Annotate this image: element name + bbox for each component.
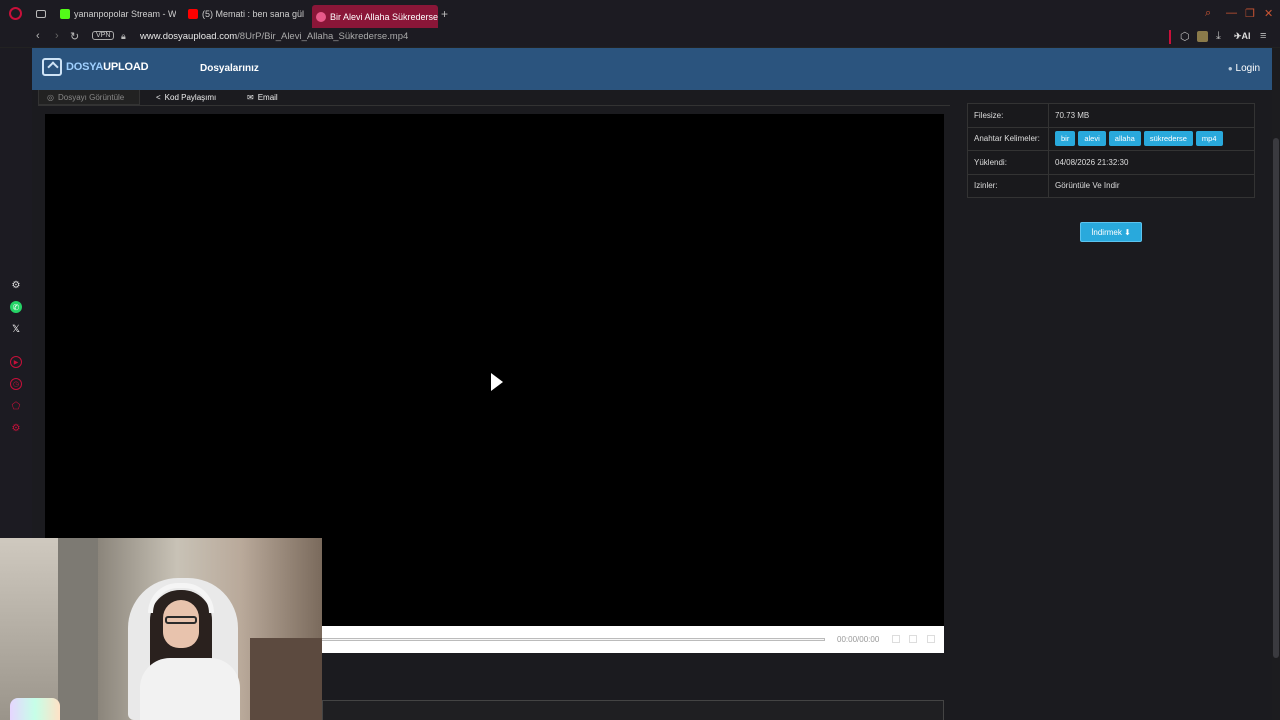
tab-email-label: Email — [257, 93, 278, 102]
comment-box[interactable] — [322, 700, 944, 720]
history-icon[interactable]: ◷ — [10, 378, 22, 390]
reload-icon[interactable]: ↻ — [70, 30, 79, 43]
keyword-tag[interactable]: alevi — [1078, 131, 1106, 147]
table-row: Filesize: 70.73 MB — [967, 103, 1255, 128]
download-button-label: İndirmek — [1091, 227, 1122, 237]
chatgpt-icon[interactable]: ⚙ — [10, 279, 22, 291]
logo-text-b: UPLOAD — [103, 61, 149, 73]
webcam-glasses — [165, 616, 197, 624]
tab-email[interactable]: ✉ Email — [239, 90, 286, 105]
site-favicon-icon — [316, 11, 326, 22]
youtube-icon — [188, 9, 198, 19]
search-tabs-icon[interactable]: ⌕ — [1205, 7, 1211, 20]
scrollbar-thumb[interactable] — [1273, 138, 1279, 658]
quality-icon[interactable] — [909, 635, 917, 643]
keyword-tags: bir alevi allaha sükrederse mp4 — [1048, 126, 1255, 151]
time-display: 00:00/00:00 — [837, 635, 880, 644]
ai-button[interactable]: ✈AI — [1234, 31, 1251, 42]
whatsapp-icon[interactable]: ✆ — [10, 301, 22, 313]
webcam-shelf — [250, 638, 322, 720]
forward-icon[interactable]: › — [55, 30, 59, 42]
play-cursor-icon[interactable] — [491, 373, 503, 391]
user-icon: ● — [1227, 64, 1233, 73]
x-twitter-icon[interactable]: 𝕏 — [10, 323, 22, 335]
fullscreen-icon[interactable] — [927, 635, 935, 643]
keyword-tag[interactable]: mp4 — [1195, 131, 1223, 147]
ai-label: AI — [1241, 31, 1251, 41]
tab-kick-stream[interactable]: yananpopolar Stream - Wa — [56, 4, 176, 24]
extensions-icon[interactable]: ⬡ — [1180, 30, 1190, 43]
profile-extension-icon[interactable] — [1197, 31, 1208, 42]
url-domain: www.dosyaupload.com — [140, 31, 238, 42]
tab-title: (5) Memati : ben sana gülü — [202, 9, 304, 19]
view-icon: ◎ — [47, 92, 54, 102]
tab-youtube-video[interactable]: (5) Memati : ben sana gülü — [184, 4, 304, 24]
logo-text: DOSYAUPLOAD — [66, 61, 149, 73]
info-value: 04/08/2026 21:32:30 — [1048, 150, 1255, 175]
lock-icon: 🔒︎ — [121, 31, 126, 41]
kick-icon — [60, 9, 70, 19]
opera-logo-icon[interactable] — [9, 7, 22, 20]
url-path: /8UrP/Bir_Alevi_Allaha_Sükrederse.mp4 — [237, 31, 409, 42]
vpn-badge[interactable]: VPN — [92, 31, 115, 40]
webcam-person-shirt — [140, 658, 240, 720]
download-arrow-icon: ⬇ — [1124, 227, 1131, 237]
progress-bar[interactable] — [305, 638, 825, 641]
keyword-tag[interactable]: sükrederse — [1143, 131, 1193, 147]
address-bar-divider — [1169, 30, 1171, 44]
tab-view-file[interactable]: ◎ Dosyayı Görüntüle — [38, 90, 140, 105]
workspaces-icon[interactable] — [36, 10, 46, 18]
logo-text-a: DOSYA — [66, 61, 104, 73]
tab-share-code[interactable]: < Kod Paylaşımı — [148, 90, 224, 105]
tab-title: Bir Alevi Allaha Sükrederse — [330, 11, 438, 22]
tab-share-code-label: Kod Paylaşımı — [164, 93, 217, 102]
site-header: DOSYAUPLOAD Dosyalarınız ● Login — [32, 48, 1272, 90]
keyword-tag[interactable]: allaha — [1108, 131, 1141, 147]
tab-dosyaupload-active[interactable]: Bir Alevi Allaha Sükrederse — [312, 5, 438, 28]
page-scrollbar[interactable] — [1272, 48, 1280, 720]
close-window-icon[interactable]: ✕ — [1264, 7, 1273, 20]
keyword-tag[interactable]: bir — [1055, 131, 1076, 147]
site-logo[interactable]: DOSYAUPLOAD — [42, 58, 149, 76]
maximize-icon[interactable]: ❐ — [1245, 7, 1255, 20]
info-value: 70.73 MB — [1048, 103, 1255, 128]
volume-icon[interactable] — [892, 635, 900, 643]
webcam-overlay — [0, 538, 322, 720]
table-row: Anahtar Kelimeler: bir alevi allaha sükrede… — [967, 126, 1255, 151]
player-icon[interactable]: ▶ — [10, 356, 22, 368]
pinboard-icon[interactable]: ⬠ — [10, 400, 22, 412]
info-value: Görüntüle Ve Indir — [1048, 173, 1255, 198]
login-link[interactable]: ● Login — [1228, 63, 1260, 74]
table-row: Yüklendi: 04/08/2026 21:32:30 — [967, 150, 1255, 175]
url-field[interactable]: www.dosyaupload.com/8UrP/Bir_Alevi_Allah… — [140, 31, 408, 42]
envelope-icon: ✉ — [247, 93, 254, 102]
info-key: Filesize: — [967, 103, 1049, 128]
file-info-table: Filesize: 70.73 MB Anahtar Kelimeler: bi… — [967, 103, 1255, 198]
download-button[interactable]: İndirmek ⬇ — [1080, 222, 1142, 242]
upload-logo-icon — [42, 58, 62, 76]
info-key: Izinler: — [967, 173, 1049, 198]
new-tab-plus-icon[interactable]: + — [441, 7, 448, 21]
table-row: Izinler: Görüntüle Ve Indir — [967, 173, 1255, 198]
nav-your-files[interactable]: Dosyalarınız — [200, 63, 259, 74]
menu-icon[interactable]: ≡ — [1260, 30, 1266, 42]
back-icon[interactable]: ‹ — [36, 30, 40, 42]
download-icon[interactable]: ⤓ — [1216, 30, 1221, 43]
webcam-window-light — [0, 538, 58, 720]
webcam-rgb-light — [10, 698, 60, 720]
browser-tab-bar: yananpopolar Stream - Wa (5) Memati : be… — [0, 0, 1280, 28]
tab-view-file-label: Dosyayı Görüntüle — [57, 92, 125, 102]
minimize-icon[interactable]: — — [1226, 7, 1237, 19]
tab-title: yananpopolar Stream - Wa — [74, 9, 176, 19]
info-key: Yüklendi: — [967, 150, 1049, 175]
info-key: Anahtar Kelimeler: — [967, 126, 1049, 151]
file-subnav: ◎ Dosyayı Görüntüle < Kod Paylaşımı ✉ Email — [38, 90, 950, 106]
share-icon: < — [156, 93, 161, 102]
webcam-curtain — [58, 538, 98, 720]
login-label: Login — [1235, 63, 1260, 74]
settings-icon[interactable]: ⚙ — [10, 422, 22, 434]
